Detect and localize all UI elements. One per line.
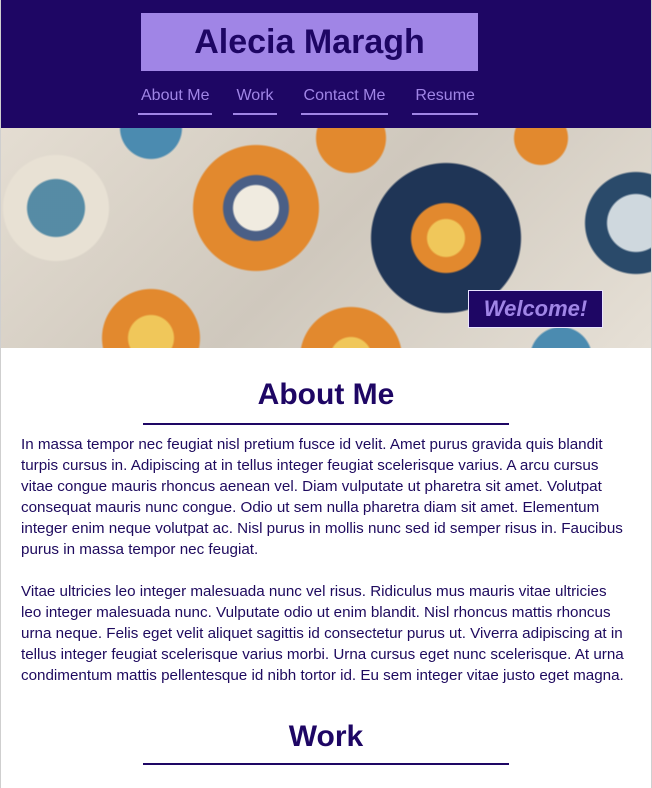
site-title-box: Alecia Maragh	[141, 13, 478, 71]
site-title: Alecia Maragh	[194, 22, 425, 61]
about-heading-rule	[143, 423, 509, 425]
work-heading: Work	[288, 720, 364, 753]
about-section: About Me In massa tempor nec feugiat nis…	[1, 378, 651, 686]
nav-link-contact[interactable]: Contact Me	[300, 85, 389, 115]
about-heading: About Me	[257, 378, 395, 411]
hero-rug-image: Welcome!	[1, 128, 651, 348]
page: Alecia Maragh About Me Work Contact Me R…	[0, 0, 652, 788]
work-heading-rule	[143, 763, 509, 765]
site-header: Alecia Maragh About Me Work Contact Me R…	[1, 0, 651, 128]
about-paragraph-1: In massa tempor nec feugiat nisl pretium…	[21, 436, 623, 558]
nav-link-work[interactable]: Work	[233, 85, 277, 115]
welcome-banner: Welcome!	[468, 290, 603, 328]
main-nav: About Me Work Contact Me Resume	[138, 85, 478, 115]
nav-link-about[interactable]: About Me	[138, 85, 213, 115]
nav-link-resume[interactable]: Resume	[412, 85, 478, 115]
work-section: Work	[1, 720, 651, 765]
about-paragraph-2: Vitae ultricies leo integer malesuada nu…	[21, 583, 624, 684]
